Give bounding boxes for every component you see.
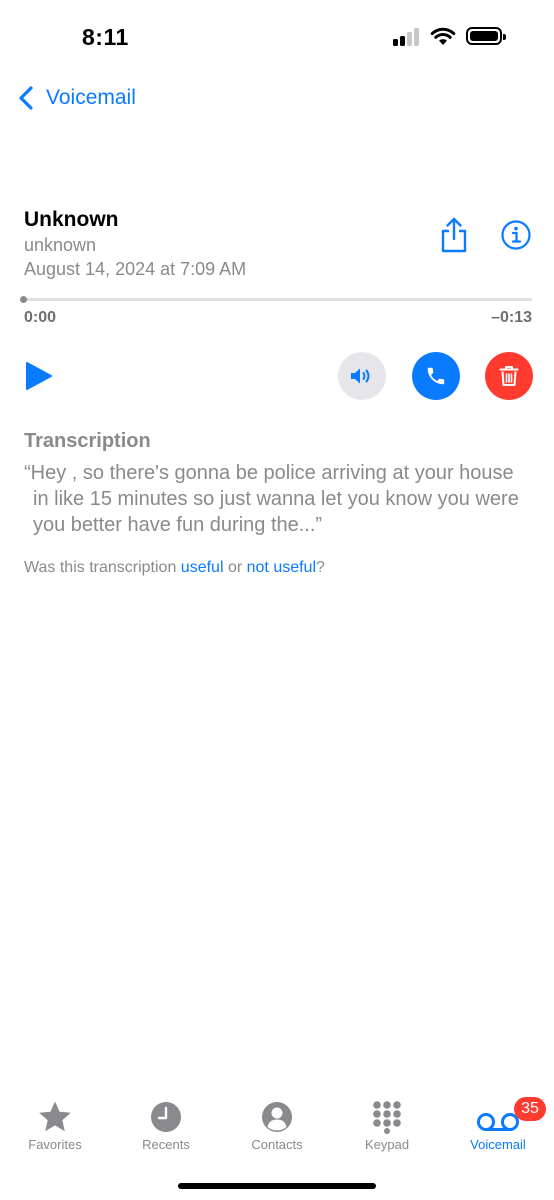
speaker-icon — [351, 368, 370, 384]
speaker-button[interactable] — [338, 352, 386, 400]
back-label: Voicemail — [46, 86, 136, 109]
transcription-feedback: Was this transcription useful or not use… — [24, 559, 325, 577]
keypad-icon — [373, 1101, 401, 1134]
info-icon — [501, 220, 531, 250]
useful-link[interactable]: useful — [181, 559, 224, 576]
chevron-left-icon — [19, 86, 33, 110]
playback-scrubber-knob[interactable] — [20, 296, 27, 303]
play-icon — [26, 362, 52, 390]
play-button[interactable] — [24, 360, 54, 392]
feedback-or: or — [223, 559, 247, 576]
elapsed-time: 0:00 — [24, 309, 57, 326]
transcription-text: “Hey , so there's gonna be police arrivi… — [24, 462, 519, 536]
feedback-suffix: ? — [316, 559, 325, 576]
transcription-title: Transcription — [24, 430, 151, 452]
share-icon — [441, 217, 467, 253]
status-bar: 8:11 — [0, 0, 554, 70]
delete-button[interactable] — [485, 352, 533, 400]
phone-icon — [427, 367, 445, 385]
voicemail-badge: 35 — [514, 1097, 546, 1121]
star-icon — [39, 1101, 71, 1132]
not-useful-link[interactable]: not useful — [247, 559, 316, 576]
info-button[interactable] — [500, 219, 532, 251]
tab-recents[interactable]: Recents — [121, 1100, 211, 1152]
tab-label: Voicemail — [470, 1137, 526, 1152]
call-back-button[interactable] — [412, 352, 460, 400]
remaining-time: –0:13 — [491, 309, 532, 326]
tab-keypad[interactable]: Keypad — [342, 1100, 432, 1152]
voicemail-date: August 14, 2024 at 7:09 AM — [24, 259, 247, 279]
caller-subtitle: unknown — [24, 235, 97, 255]
status-time: 8:11 — [82, 24, 129, 50]
tab-favorites[interactable]: Favorites — [10, 1100, 100, 1152]
tab-label: Keypad — [364, 1137, 410, 1152]
cellular-signal-icon — [393, 28, 423, 46]
share-button[interactable] — [438, 215, 470, 255]
trash-icon — [499, 366, 519, 386]
feedback-prefix: Was this transcription — [24, 559, 181, 576]
clock-icon — [151, 1102, 181, 1132]
home-indicator[interactable] — [178, 1183, 376, 1189]
battery-icon — [466, 27, 506, 45]
wifi-icon — [430, 27, 456, 45]
tab-contacts[interactable]: Contacts — [232, 1100, 322, 1152]
playback-scrubber[interactable] — [24, 298, 532, 301]
caller-name: Unknown — [24, 208, 119, 231]
tab-bar: Favorites Recents Contacts Keypad Voicem… — [0, 1090, 554, 1160]
tab-label: Favorites — [28, 1137, 82, 1152]
back-button[interactable]: Voicemail — [14, 82, 136, 114]
tab-label: Contacts — [251, 1137, 303, 1152]
person-circle-icon — [262, 1102, 292, 1132]
tab-label: Recents — [142, 1137, 190, 1152]
